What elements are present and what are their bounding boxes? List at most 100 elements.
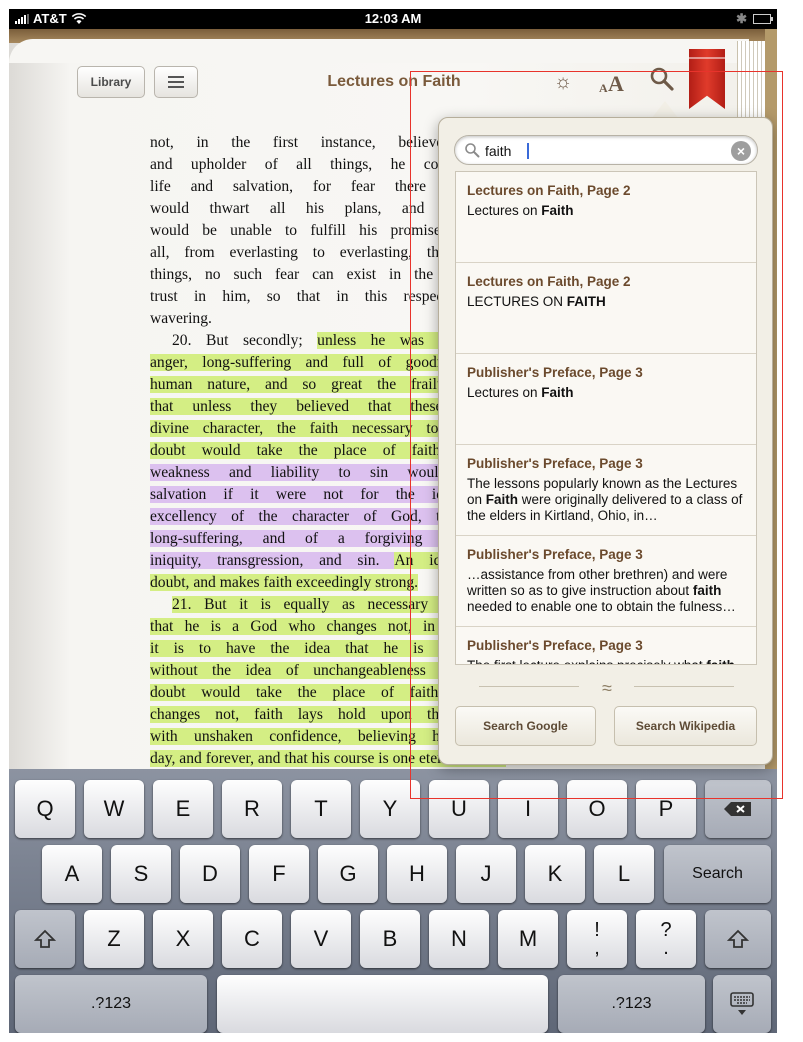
search-wikipedia-button[interactable]: Search Wikipedia [614, 706, 757, 746]
highlighted-text[interactable]: iniquity, transgression, and sin. [150, 552, 395, 569]
ornament-divider: ≈ [479, 678, 734, 698]
bookmark-ribbon[interactable] [689, 49, 725, 109]
snippet-match: Faith [541, 203, 574, 218]
result-snippet: …assistance from other brethren) and wer… [467, 567, 745, 615]
result-snippet: LECTURES ON FAITH [467, 294, 745, 310]
snippet-text: needed to enable one to obtain the fulne… [467, 599, 736, 614]
search-result[interactable]: Publisher's Preface, Page 3 …assistance f… [456, 536, 756, 627]
result-title: Lectures on Faith, Page 2 [467, 183, 631, 198]
font-large-glyph: A [608, 71, 624, 96]
search-result[interactable]: Lectures on Faith, Page 2 Lectures on Fai… [456, 172, 756, 263]
snippet-text: Lectures on [467, 203, 542, 218]
result-title: Publisher's Preface, Page 3 [467, 547, 643, 562]
key-x[interactable]: X [153, 910, 213, 968]
key-j[interactable]: J [456, 845, 516, 903]
key-d[interactable]: D [180, 845, 240, 903]
snippet-text: The first lecture explains precisely wha… [467, 658, 706, 664]
backspace-icon [724, 802, 751, 816]
snippet-text: LECTURES ON [467, 294, 567, 309]
on-screen-keyboard: Q W E R T Y U I O P A S D F G H J K L Search Z X C V B N M!,?. .?12… [9, 769, 777, 1033]
snippet-text: Lectures on [467, 385, 542, 400]
flourish-icon: ≈ [602, 678, 612, 698]
shift-key[interactable] [15, 910, 75, 968]
key-t[interactable]: T [291, 780, 351, 838]
highlighted-text[interactable]: doubt, and makes faith exceedingly stron… [150, 574, 419, 591]
key-exclam-comma[interactable]: !, [567, 910, 627, 968]
shift-icon [727, 929, 749, 948]
status-bar: AT&T 12:03 AM ✱ [9, 9, 777, 29]
numbers-key-right[interactable]: .?123 [558, 975, 705, 1033]
clock: 12:03 AM [364, 11, 422, 26]
numbers-key-left[interactable]: .?123 [15, 975, 207, 1033]
key-y[interactable]: Y [360, 780, 420, 838]
keyboard-dismiss-icon [730, 992, 754, 1015]
search-result[interactable]: Publisher's Preface, Page 3 The first lec… [456, 627, 756, 664]
ipad-screen: AT&T 12:03 AM ✱ Library Lectures on Fait… [9, 9, 777, 1033]
book-title: Lectures on Faith [327, 73, 461, 90]
list-icon [168, 76, 184, 88]
result-title: Publisher's Preface, Page 3 [467, 365, 643, 380]
key-r[interactable]: R [222, 780, 282, 838]
key-b[interactable]: B [360, 910, 420, 968]
search-field[interactable]: × [454, 135, 758, 165]
key-u[interactable]: U [429, 780, 489, 838]
key-a[interactable]: A [42, 845, 102, 903]
library-button[interactable]: Library [77, 66, 145, 98]
search-input[interactable] [485, 140, 725, 162]
shift-key-right[interactable] [705, 910, 771, 968]
key-l[interactable]: L [594, 845, 654, 903]
snippet-match: faith [706, 658, 735, 664]
magnifier-icon [465, 143, 480, 158]
key-secondary-glyph: . [663, 937, 669, 959]
hide-keyboard-key[interactable] [713, 975, 771, 1033]
battery-icon [753, 14, 773, 24]
backspace-key[interactable] [705, 780, 771, 838]
key-k[interactable]: K [525, 845, 585, 903]
font-small-glyph: A [599, 81, 608, 95]
result-snippet: Lectures on Faith [467, 203, 745, 219]
key-o[interactable]: O [567, 780, 627, 838]
result-snippet: Lectures on Faith [467, 385, 745, 401]
space-key[interactable] [217, 975, 548, 1033]
brightness-icon[interactable]: ☼ [552, 71, 574, 93]
key-n[interactable]: N [429, 910, 489, 968]
key-q[interactable]: Q [15, 780, 75, 838]
search-google-button[interactable]: Search Google [455, 706, 596, 746]
search-key[interactable]: Search [664, 845, 771, 903]
key-question-period[interactable]: ?. [636, 910, 696, 968]
snippet-match: Faith [541, 385, 574, 400]
result-title: Lectures on Faith, Page 2 [467, 274, 631, 289]
search-result[interactable]: Publisher's Preface, Page 3 The lessons p… [456, 445, 756, 536]
table-of-contents-button[interactable] [154, 66, 198, 98]
result-title: Publisher's Preface, Page 3 [467, 456, 643, 471]
snippet-match: FAITH [566, 294, 606, 309]
snippet-text: …assistance from other brethren) and wer… [467, 567, 728, 598]
key-p[interactable]: P [636, 780, 696, 838]
key-c[interactable]: C [222, 910, 282, 968]
text-span: 20. But secondly; [172, 332, 318, 349]
text-span: wavering. [150, 310, 212, 327]
key-f[interactable]: F [249, 845, 309, 903]
search-popover: × Lectures on Faith, Page 2Lectures on F… [438, 117, 773, 765]
bluetooth-icon: ✱ [736, 11, 747, 26]
shift-icon [34, 929, 56, 948]
key-w[interactable]: W [84, 780, 144, 838]
key-v[interactable]: V [291, 910, 351, 968]
key-secondary-glyph: , [594, 937, 600, 959]
result-snippet: The first lecture explains precisely wha… [467, 658, 745, 664]
key-h[interactable]: H [387, 845, 447, 903]
text-caret [527, 143, 529, 159]
key-m[interactable]: M [498, 910, 558, 968]
clear-search-button[interactable]: × [731, 141, 751, 161]
key-g[interactable]: G [318, 845, 378, 903]
key-z[interactable]: Z [84, 910, 144, 968]
search-result[interactable]: Publisher's Preface, Page 3 Lectures on F… [456, 354, 756, 445]
search-icon[interactable] [649, 66, 675, 92]
key-e[interactable]: E [153, 780, 213, 838]
search-result[interactable]: Lectures on Faith, Page 2 LECTURES ON FAI… [456, 263, 756, 354]
key-s[interactable]: S [111, 845, 171, 903]
search-results-list[interactable]: Lectures on Faith, Page 2 Lectures on Fai… [455, 171, 757, 665]
result-title: Publisher's Preface, Page 3 [467, 638, 643, 653]
font-size-icon[interactable]: A A [595, 67, 629, 97]
key-i[interactable]: I [498, 780, 558, 838]
